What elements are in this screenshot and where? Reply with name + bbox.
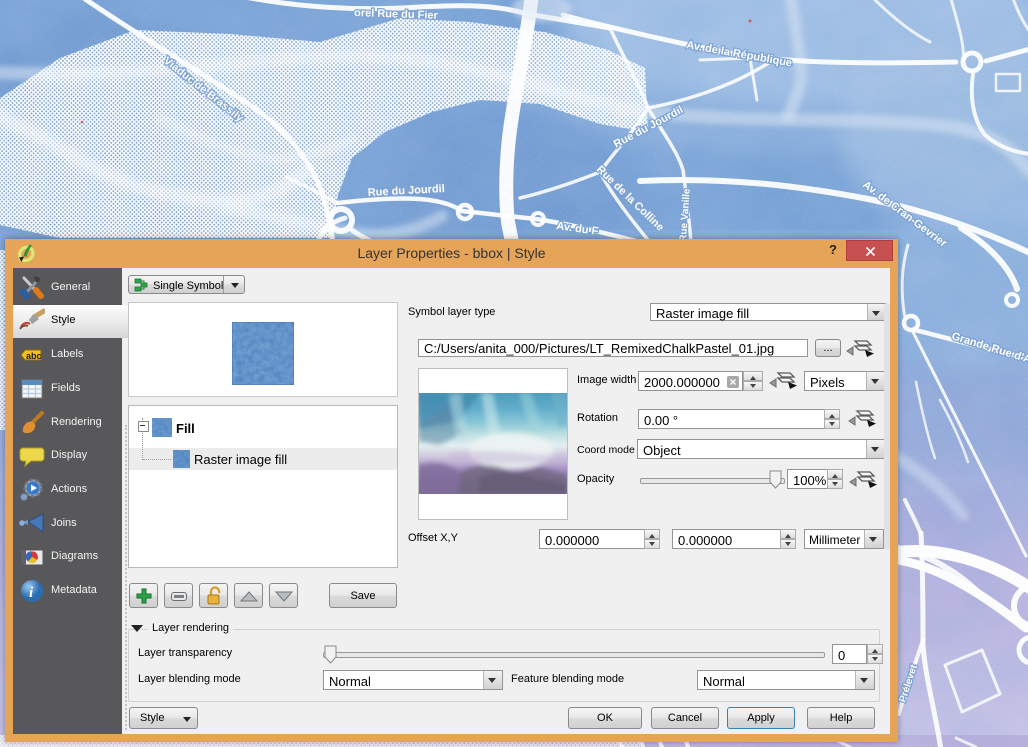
svg-text:abc: abc	[26, 351, 42, 361]
